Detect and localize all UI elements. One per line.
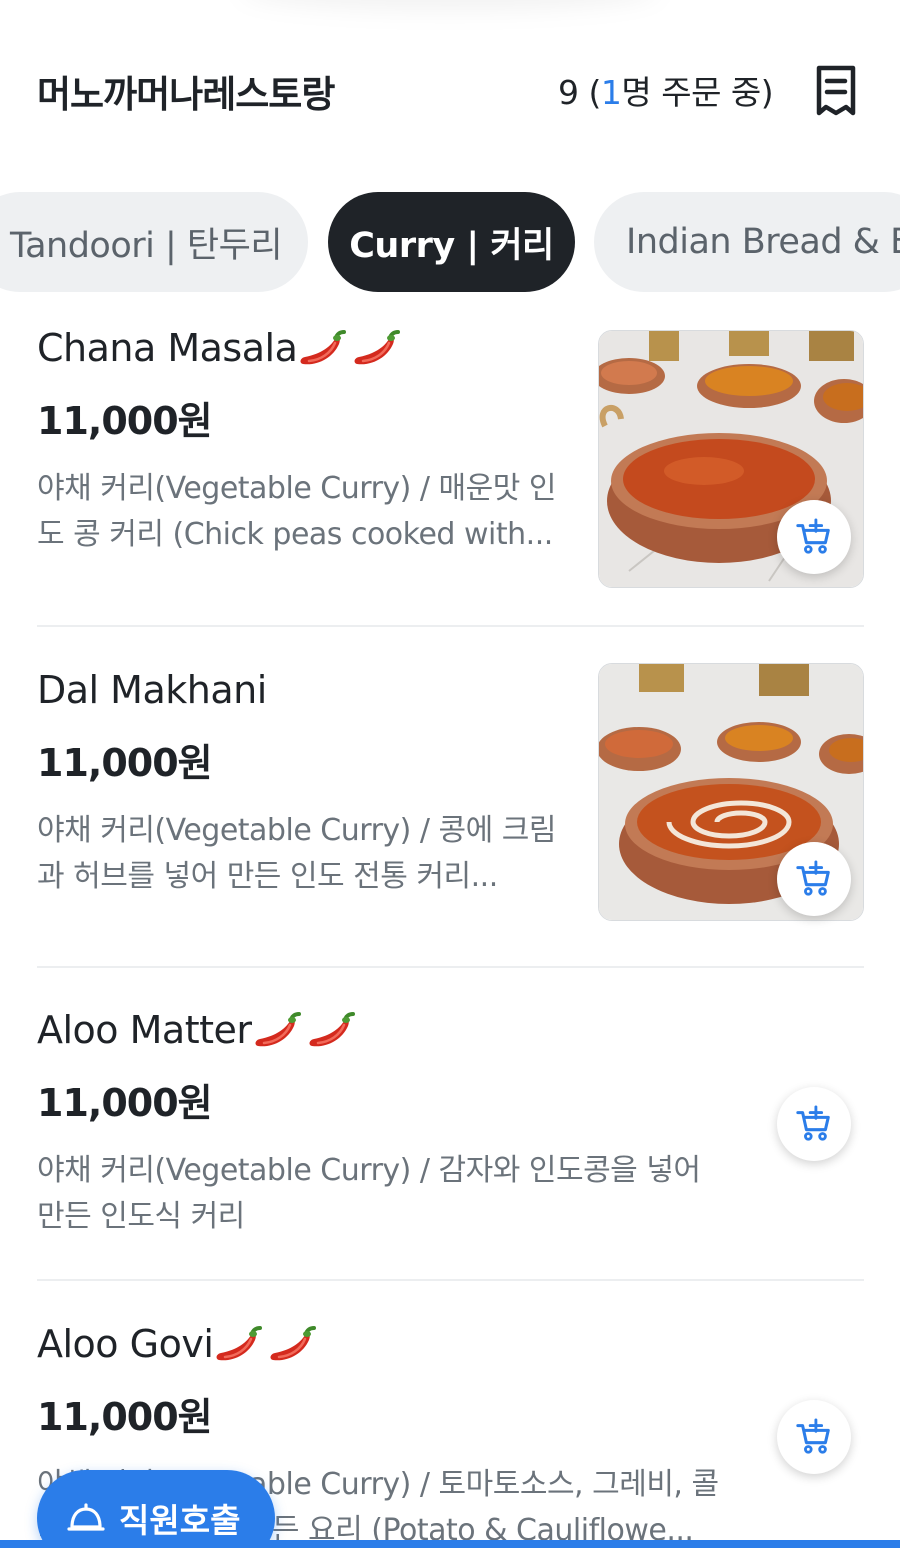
cart-plus-icon — [795, 1105, 833, 1143]
cart-plus-icon — [795, 1418, 833, 1456]
item-description-line: 만든 인도식 커리 — [37, 1199, 245, 1234]
category-tabs: Tandoori | 탄두리 Curry | 커리 Indian Bread &… — [0, 192, 900, 294]
item-price: 11,000원 — [37, 399, 213, 443]
chili-icon — [353, 328, 405, 368]
item-description-line: 야채 커리(Vegetable Curry) / 콩에 크림 — [37, 813, 556, 848]
item-description-line: 과 허브를 넣어 만든 인도 전통 커리... — [37, 859, 498, 894]
order-history-button[interactable] — [812, 62, 860, 120]
staff-call-button[interactable]: 직원호출 — [37, 1470, 275, 1548]
header: 머노까머나레스토랑 9 (1명 주문 중) — [0, 0, 900, 180]
divider — [37, 625, 864, 627]
item-price: 11,000원 — [37, 1395, 213, 1439]
order-count: 9 — [558, 73, 579, 112]
item-name-row: Aloo Govi — [37, 1322, 321, 1366]
restaurant-title: 머노까머나레스토랑 — [37, 73, 335, 116]
item-name: Aloo Govi — [37, 1322, 214, 1366]
item-description: 야채 커리(Vegetable Curry) / 매운맛 인 도 콩 커리 (C… — [37, 466, 556, 558]
chili-icon — [308, 1010, 360, 1050]
bottom-bar — [0, 1540, 900, 1548]
tab-indian-bread[interactable]: Indian Bread & B — [594, 192, 900, 292]
divider — [37, 1279, 864, 1281]
chili-icon — [299, 328, 351, 368]
staff-call-label: 직원호출 — [119, 1501, 241, 1540]
item-price: 11,000원 — [37, 741, 213, 785]
item-name: Dal Makhani — [37, 668, 267, 712]
add-to-cart-button[interactable] — [777, 842, 851, 916]
receipt-icon — [816, 65, 856, 116]
item-price: 11,000원 — [37, 1081, 213, 1125]
bell-icon — [67, 1503, 105, 1531]
tab-tandoori[interactable]: Tandoori | 탄두리 — [0, 192, 308, 292]
item-name-row: Dal Makhani — [37, 668, 267, 712]
add-to-cart-button[interactable] — [777, 500, 851, 574]
item-description: 야채 커리(Vegetable Curry) / 콩에 크림 과 허브를 넣어 … — [37, 808, 556, 900]
order-status-suffix: 명 주문 중) — [621, 73, 774, 112]
order-status: 9 (1명 주문 중) — [558, 66, 774, 114]
item-description: 야채 커리(Vegetable Curry) / 감자와 인도콩을 넣어 만든 … — [37, 1148, 701, 1240]
order-people-count: 1 — [600, 73, 622, 112]
order-status-prefix: ( — [578, 73, 601, 112]
item-name: Aloo Matter — [37, 1008, 252, 1052]
chili-icon — [254, 1010, 306, 1050]
cart-plus-icon — [795, 518, 833, 556]
item-description-line: 도 콩 커리 (Chick peas cooked with... — [37, 517, 553, 552]
divider — [37, 966, 864, 968]
add-to-cart-button[interactable] — [777, 1400, 851, 1474]
tab-curry[interactable]: Curry | 커리 — [328, 192, 575, 292]
menu-item-aloo-matter[interactable]: Aloo Matter 11,000원 야채 커리(Vegetable Curr… — [37, 1000, 864, 1260]
item-name-row: Chana Masala — [37, 326, 405, 370]
chili-icon — [215, 1324, 267, 1364]
item-name: Chana Masala — [37, 326, 298, 370]
cart-plus-icon — [795, 860, 833, 898]
item-name-row: Aloo Matter — [37, 1008, 360, 1052]
add-to-cart-button[interactable] — [777, 1087, 851, 1161]
item-description-line: 야채 커리(Vegetable Curry) / 매운맛 인 — [37, 471, 556, 506]
item-description-line: 야채 커리(Vegetable Curry) / 감자와 인도콩을 넣어 — [37, 1153, 701, 1188]
chili-icon — [269, 1324, 321, 1364]
